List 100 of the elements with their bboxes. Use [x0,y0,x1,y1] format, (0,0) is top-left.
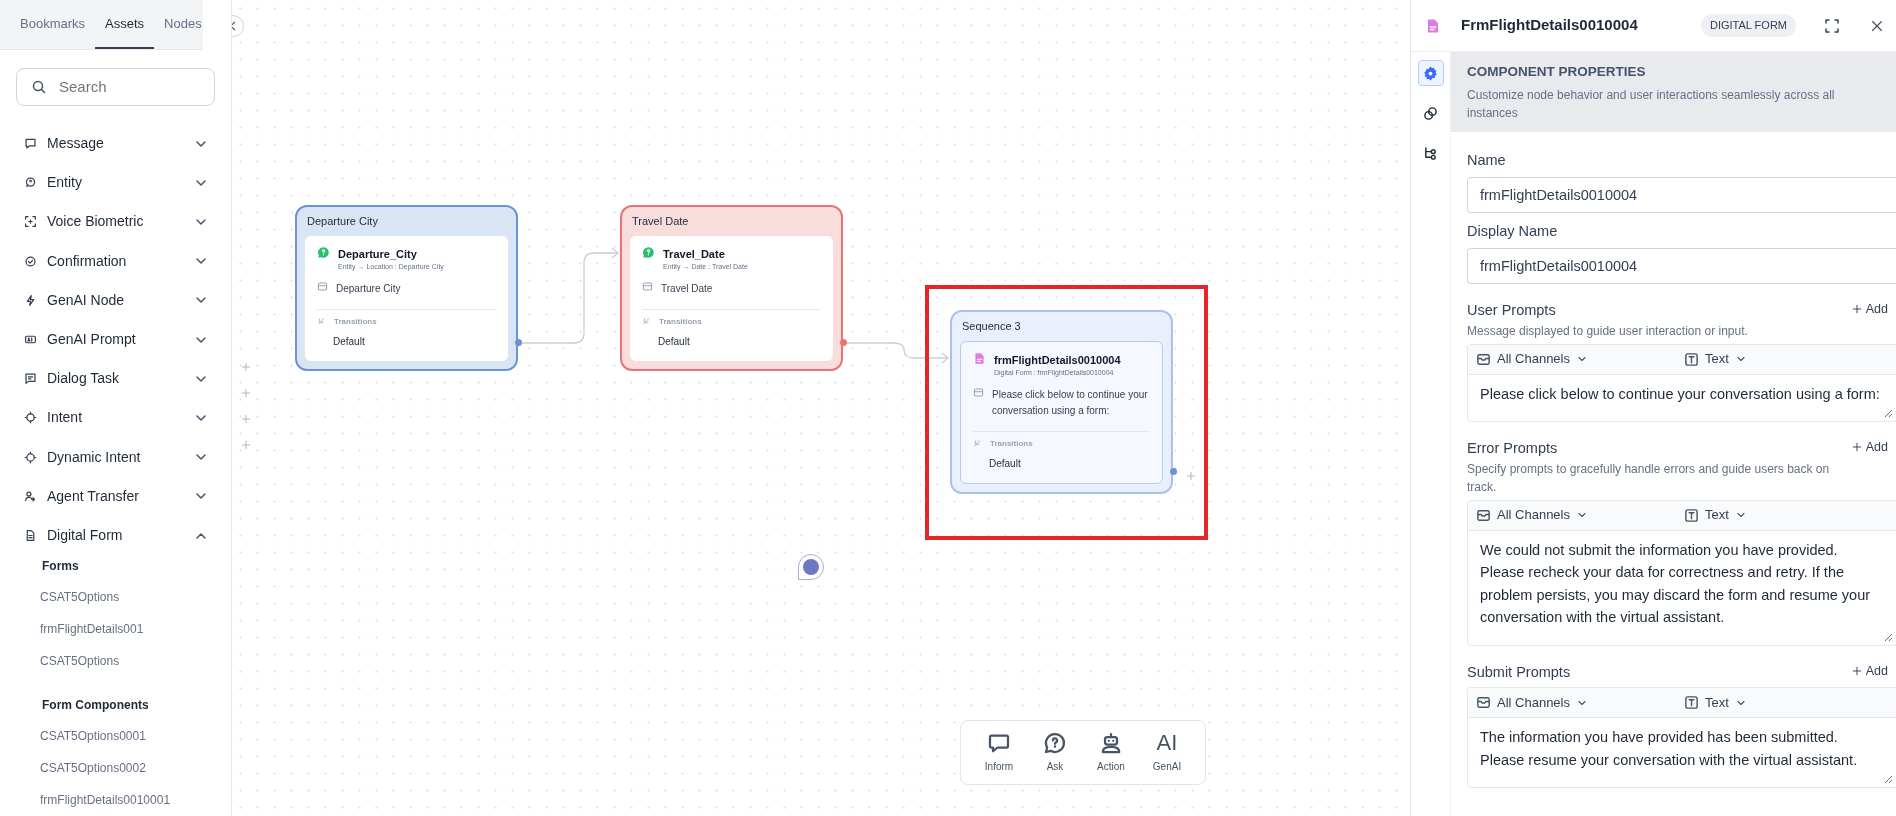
node-prompt: Departure City [336,281,401,296]
asset-category[interactable]: Dialog Task [0,359,231,399]
transitions-label: Transitions [990,437,1033,450]
ai-icon: AI [1156,731,1178,755]
asset-item[interactable]: frmFlightDetails001 [0,613,231,646]
asset-category[interactable]: Message [0,123,231,164]
linked-circles-icon [1423,105,1438,121]
crosshair-icon [24,411,37,425]
person-arrow-icon [24,489,37,503]
search-box[interactable]: Search [16,68,215,106]
branch-icon [1423,145,1438,161]
transition-icon [642,317,651,326]
transition-item[interactable]: Default [973,449,1150,477]
channel-dropdown[interactable]: All Channels [1476,505,1588,525]
node-type-button[interactable]: AI GenAI [1143,731,1191,774]
node-type-button[interactable]: Inform [975,731,1023,774]
add-button[interactable]: Add [1851,437,1896,457]
add-button[interactable]: Add [1851,299,1896,319]
transition-item[interactable]: Default [642,327,821,355]
node-title: Sequence 3 [961,319,1022,334]
asset-category[interactable]: Dynamic Intent [0,437,231,477]
transitions-label: Transitions [659,315,702,328]
asset-category[interactable]: Entity [0,163,231,203]
type-badge: DIGITAL FORM [1701,14,1796,37]
document-icon [973,351,986,365]
input-field[interactable]: frmFlightDetails0010004 [1467,177,1896,213]
input-field[interactable]: frmFlightDetails0010004 [1467,247,1896,284]
format-dropdown[interactable]: Text [1684,349,1747,369]
plus-icon [1851,442,1862,453]
gear-icon [1423,65,1438,81]
asset-item[interactable]: CSAT5Options [0,581,231,614]
inbox-icon [1476,507,1491,523]
asset-item[interactable]: CSAT5Options0001 [0,719,231,752]
resize-handle-icon[interactable] [1884,408,1893,418]
node-prompt: Please click below to continue your conversation using a form: [992,387,1149,418]
resize-handle-icon[interactable] [1884,775,1893,785]
sidebar-tab[interactable]: Assets [95,0,155,50]
chat-question-icon [24,176,37,190]
sidebar-tab[interactable]: Nodes [154,0,212,50]
channel-dropdown[interactable]: All Channels [1476,693,1588,713]
question-bubble-icon [1043,731,1067,755]
connection-dot-icon[interactable] [515,339,522,346]
node-type-button[interactable]: Action [1087,731,1135,774]
scan-frame-icon [24,215,37,229]
asset-category[interactable]: Confirmation [0,241,231,281]
chat-question-icon [317,245,330,259]
prompt-text-area[interactable]: Please click below to continue your conversation using a form: [1468,374,1896,421]
node-name: Travel_Date [663,246,726,262]
document-icon [1425,17,1441,34]
connection-dot-icon[interactable] [1170,468,1177,475]
transition-item[interactable]: Default [317,327,496,355]
sidebar-tab[interactable]: Bookmarks [10,0,96,50]
asset-category[interactable]: Agent Transfer [0,476,231,516]
text-format-icon [1684,695,1699,711]
asset-category[interactable]: GenAI Prompt [0,319,231,360]
asset-category[interactable]: Voice Biometric [0,202,231,242]
inbox-icon [1476,695,1491,711]
prompt-section-description: Specify prompts to gracefully handle errors and guide users back on track. [1467,460,1831,496]
connection-dot-icon[interactable] [840,339,847,346]
search-icon [31,79,47,96]
asset-category[interactable]: Intent [0,398,231,438]
asset-item[interactable]: CSAT5Options0002 [0,751,231,784]
resize-handle-icon[interactable] [1884,632,1893,642]
prompt-section-title: User Prompts [1467,300,1557,320]
node-title: Departure City [306,214,379,229]
group-heading: Form Components [41,696,150,714]
node-prompt: Travel Date [661,281,713,296]
plus-icon [1851,665,1862,676]
close-icon [1870,18,1884,33]
section-title: COMPONENT PROPERTIES [1467,63,1647,81]
speech-bubble-icon [987,731,1011,755]
add-button[interactable]: Add [1851,661,1896,681]
chat-bubble-icon[interactable] [797,553,825,581]
prompt-section-title: Submit Prompts [1467,662,1572,682]
plus-icon [1851,304,1862,315]
format-dropdown[interactable]: Text [1684,693,1747,713]
asset-item[interactable]: CSAT5Options [0,645,231,678]
field-label: Display Name [1467,222,1559,241]
prompt-text-area[interactable]: We could not submit the information you have provided. Please recheck your data for correctness and retry. If the problem persists, you may discard the form and resume your conversation with the virtual assistant. [1468,530,1896,645]
node-title: Travel Date [631,214,690,229]
inbox-icon [1476,351,1491,367]
channel-dropdown[interactable]: All Channels [1476,349,1588,369]
panel-title: FrmFlightDetails0010004 [1461,15,1639,36]
document-icon [24,529,37,543]
prompt-text-area[interactable]: The information you have provided has been submitted. Please resume your conversation with the virtual assistant. [1468,718,1896,788]
format-dropdown[interactable]: Text [1684,505,1747,525]
node-type-button[interactable]: Ask [1031,731,1079,774]
transition-icon [973,439,982,448]
text-format-icon [1684,507,1699,523]
asset-category[interactable]: GenAI Node [0,280,231,320]
text-format-icon [1684,351,1699,367]
field-label: Name [1467,151,1507,171]
group-heading: Forms [41,558,80,576]
message-card-icon [973,386,984,398]
robot-icon [1099,731,1123,755]
asset-category[interactable]: Digital Form [0,515,231,556]
chat-bubble-icon [24,137,37,151]
transition-icon [317,317,326,326]
message-card-icon [317,280,328,292]
asset-item[interactable]: frmFlightDetails0010001 [0,783,231,816]
